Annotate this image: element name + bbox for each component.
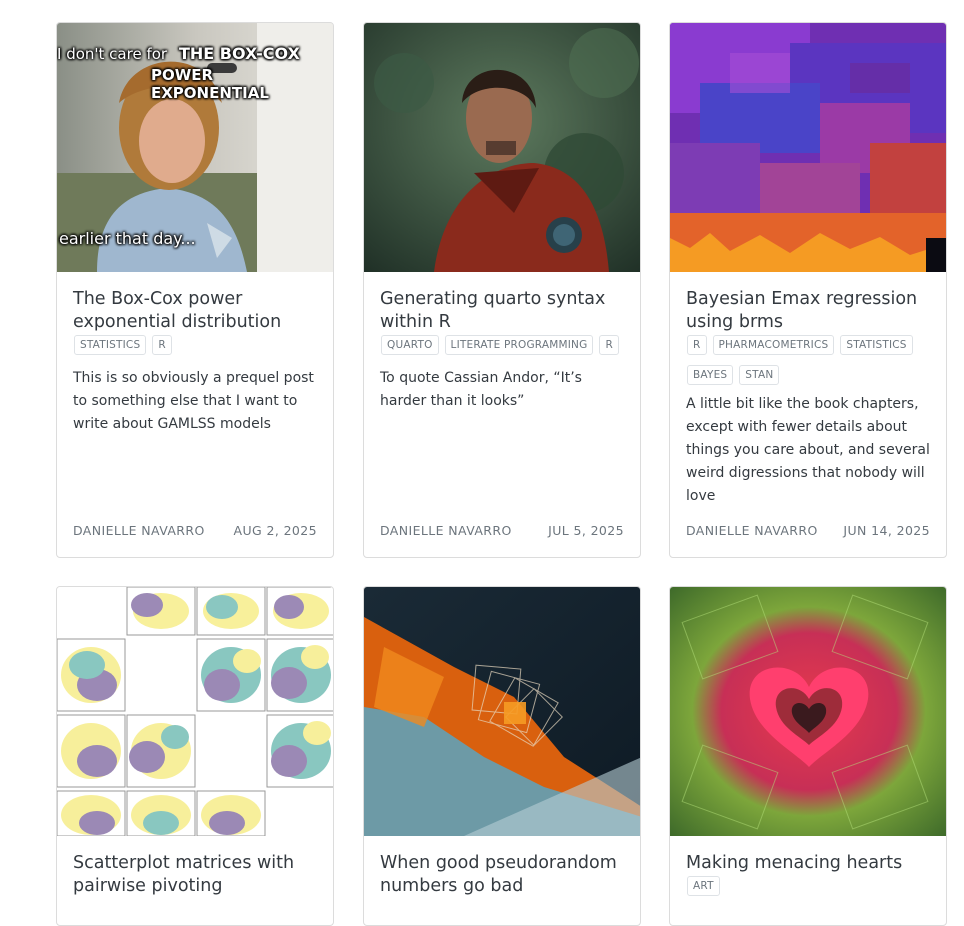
- post-card-pseudorandom-numbers[interactable]: When good pseudorandom numbers go bad: [363, 586, 641, 926]
- post-author: DANIELLE NAVARRO: [73, 523, 205, 538]
- post-card-menacing-hearts[interactable]: Making menacing hearts ART: [669, 586, 947, 926]
- tag-literate-programming[interactable]: LITERATE PROGRAMMING: [444, 335, 594, 355]
- post-date: JUN 14, 2025: [843, 523, 930, 538]
- post-date: AUG 2, 2025: [233, 523, 317, 538]
- tag-stan[interactable]: STAN: [739, 365, 780, 385]
- tag-r[interactable]: R: [599, 335, 619, 355]
- post-tags: STATISTICS R: [74, 335, 317, 359]
- meme-caption-line1: THE BOX-COX: [179, 44, 300, 63]
- post-meta: DANIELLE NAVARRO AUG 2, 2025: [73, 523, 317, 538]
- film-still-image: [364, 23, 640, 272]
- meme-caption-bottom: earlier that day...: [59, 229, 196, 248]
- tag-statistics[interactable]: STATISTICS: [74, 335, 147, 355]
- generative-art-image: [670, 23, 946, 272]
- tag-pharmacometrics[interactable]: PHARMACOMETRICS: [712, 335, 835, 355]
- tag-bayes[interactable]: BAYES: [687, 365, 734, 385]
- post-tags: ART: [687, 876, 930, 900]
- tag-r[interactable]: R: [687, 335, 707, 355]
- tag-statistics[interactable]: STATISTICS: [840, 335, 913, 355]
- post-thumbnail[interactable]: [364, 587, 640, 836]
- post-card-scatterplot-matrices[interactable]: Scatterplot matrices with pairwise pivot…: [56, 586, 334, 926]
- post-card-emax-regression[interactable]: Bayesian Emax regression using brms R PH…: [669, 22, 947, 558]
- post-thumbnail[interactable]: [670, 587, 946, 836]
- post-thumbnail[interactable]: [364, 23, 640, 272]
- post-title[interactable]: When good pseudorandom numbers go bad: [380, 852, 624, 898]
- tag-r[interactable]: R: [152, 335, 172, 355]
- post-date: JUL 5, 2025: [548, 523, 624, 538]
- post-author: DANIELLE NAVARRO: [686, 523, 818, 538]
- post-card-quarto-syntax[interactable]: Generating quarto syntax within R QUARTO…: [363, 22, 641, 558]
- post-meta: DANIELLE NAVARRO JUL 5, 2025: [380, 523, 624, 538]
- scatterplot-matrix-image: [57, 587, 333, 836]
- post-tags: QUARTO LITERATE PROGRAMMING R: [381, 335, 624, 359]
- post-description: To quote Cassian Andor, “It’s harder tha…: [380, 370, 582, 409]
- post-description: A little bit like the book chapters, exc…: [686, 396, 930, 504]
- post-title[interactable]: Bayesian Emax regression using brms: [686, 288, 930, 334]
- post-author: DANIELLE NAVARRO: [380, 523, 512, 538]
- post-card-box-cox[interactable]: I don't care for THE BOX-COX POWER EXPON…: [56, 22, 334, 558]
- post-title[interactable]: Scatterplot matrices with pairwise pivot…: [73, 852, 317, 898]
- post-thumbnail[interactable]: [57, 587, 333, 836]
- post-title[interactable]: Making menacing hearts: [686, 852, 930, 875]
- post-title[interactable]: The Box-Cox power exponential distributi…: [73, 288, 317, 334]
- generative-art-image: [364, 587, 640, 836]
- meme-caption-line2: POWER EXPONENTIAL: [151, 66, 269, 102]
- post-thumbnail[interactable]: I don't care for THE BOX-COX POWER EXPON…: [57, 23, 333, 272]
- tag-quarto[interactable]: QUARTO: [381, 335, 439, 355]
- post-tags: R PHARMACOMETRICS STATISTICS BAYES STAN: [687, 335, 930, 389]
- post-meta: DANIELLE NAVARRO JUN 14, 2025: [686, 523, 930, 538]
- meme-caption-prefix: I don't care for: [57, 45, 168, 63]
- tag-art[interactable]: ART: [687, 876, 720, 896]
- post-description: This is so obviously a prequel post to s…: [73, 370, 314, 432]
- post-title[interactable]: Generating quarto syntax within R: [380, 288, 624, 334]
- post-thumbnail[interactable]: [670, 23, 946, 272]
- heart-art-image: [670, 587, 946, 836]
